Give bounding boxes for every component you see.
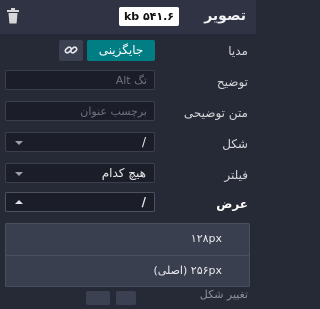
width-option[interactable]: ۱۲۸px	[6, 224, 249, 255]
trash-icon[interactable]	[6, 8, 20, 24]
chevron-down-icon	[15, 141, 23, 145]
width-option[interactable]: ۲۵۶px (اصلی)	[6, 255, 249, 287]
width-dropdown: ۱۲۸px ۲۵۶px (اصلی)	[5, 223, 250, 287]
link-button[interactable]	[59, 40, 83, 61]
description-label: توضیح	[216, 75, 248, 89]
transform-button[interactable]	[86, 291, 110, 305]
chevron-up-icon	[15, 200, 23, 204]
width-select-value: /	[141, 195, 146, 209]
chevron-down-icon	[15, 172, 23, 176]
filter-select-value: هیچ کدام	[101, 166, 146, 180]
panel-header: تصویر kb ۵۴۱.۶	[0, 0, 256, 34]
width-option-label: ۱۲۸px	[190, 232, 222, 245]
link-icon	[64, 46, 78, 54]
width-option-label: ۲۵۶px (اصلی)	[153, 264, 222, 277]
alt-text-input[interactable]: تگ Alt	[5, 70, 155, 90]
shape-select[interactable]: /	[5, 132, 155, 152]
replace-button[interactable]: جایگزینی	[87, 40, 155, 61]
transform-label: تغییر شکل	[199, 288, 248, 301]
media-label: مدیا	[228, 44, 248, 58]
panel-title: تصویر	[204, 8, 246, 24]
title-placeholder: برچسب عنوان	[80, 105, 147, 118]
tooltip-label: متن توضیحی	[183, 106, 248, 120]
title-input[interactable]: برچسب عنوان	[5, 101, 155, 121]
rotate-button[interactable]	[116, 291, 136, 305]
image-size-badge: kb ۵۴۱.۶	[118, 7, 179, 26]
shape-label: شکل	[222, 137, 248, 151]
alt-text-placeholder: تگ Alt	[115, 74, 147, 87]
filter-select[interactable]: هیچ کدام	[5, 163, 155, 183]
filter-label: فیلتر	[224, 168, 248, 182]
shape-select-value: /	[141, 135, 146, 149]
width-label: عرض	[216, 197, 248, 211]
width-select[interactable]: /	[5, 192, 155, 212]
